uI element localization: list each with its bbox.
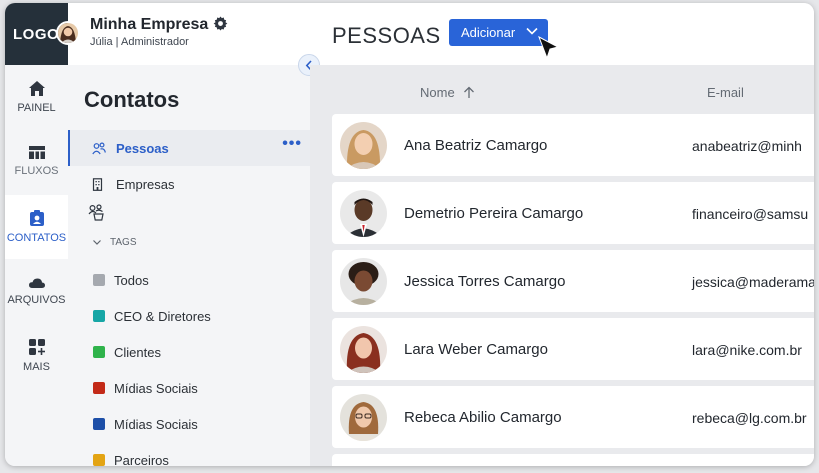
- tag-color-swatch: [93, 382, 105, 394]
- avatar: [340, 122, 387, 169]
- group-icon[interactable]: [88, 204, 106, 226]
- user-role: Júlia | Administrador: [90, 36, 189, 48]
- tags-section-toggle[interactable]: TAGS: [92, 237, 136, 248]
- contact-name: Demetrio Pereira Camargo: [404, 205, 584, 222]
- table-row[interactable]: Rebeca Abilio Camargo rebeca@lg.com.br: [332, 386, 814, 448]
- table-row[interactable]: Ana Beatriz Camargo anabeatriz@minh: [332, 114, 814, 176]
- chevron-down-icon: [526, 27, 538, 35]
- table-icon: [28, 146, 45, 159]
- tag-item-clientes[interactable]: Clientes: [68, 334, 310, 370]
- add-button-label: Adicionar: [461, 25, 516, 40]
- grid-plus-icon: [28, 338, 45, 355]
- page-title: PESSOAS: [332, 23, 441, 48]
- nav-label: MAIS: [23, 360, 50, 373]
- home-icon: [28, 81, 45, 96]
- tag-color-swatch: [93, 346, 105, 358]
- nav-item-mais[interactable]: MAIS: [5, 323, 68, 387]
- gear-icon: [213, 16, 228, 31]
- nav-item-arquivos[interactable]: ARQUIVOS: [5, 259, 68, 323]
- tag-item-todos[interactable]: Todos: [68, 262, 310, 298]
- top-header: Minha Empresa Júlia | Administrador PESS…: [56, 3, 814, 66]
- company-name: Minha Empresa: [90, 16, 209, 33]
- tag-label: Todos: [114, 272, 149, 288]
- nav-label: CONTATOS: [6, 232, 67, 244]
- table-row[interactable]: Demetrio Pereira Camargo financeiro@sams…: [332, 182, 814, 244]
- tag-label: Mídias Sociais: [114, 416, 198, 432]
- more-options-icon[interactable]: •••: [282, 136, 302, 152]
- contact-email: financeiro@samsu: [692, 206, 809, 222]
- nav-label: ARQUIVOS: [7, 293, 66, 306]
- tag-label: Parceiros: [114, 452, 169, 467]
- sort-ascending-icon: [463, 86, 474, 98]
- avatar: [340, 394, 387, 441]
- avatar: [340, 190, 387, 237]
- tag-color-swatch: [93, 454, 105, 466]
- sidebar-item-label: Pessoas: [116, 140, 169, 156]
- contact-name: Rebeca Abilio Camargo: [404, 409, 562, 426]
- contact-email: rebeca@lg.com.br: [692, 410, 807, 426]
- contact-name: Jessica Torres Camargo: [404, 273, 566, 290]
- table-row[interactable]: Lara Weber Camargo lara@nike.com.br: [332, 318, 814, 380]
- sidebar-item-empresas[interactable]: Empresas: [68, 166, 310, 202]
- contacts-sidebar: Contatos Pessoas ••• Empresas TAGS Todos: [68, 65, 310, 466]
- add-button[interactable]: Adicionar: [449, 19, 548, 46]
- tag-item-ceo-diretores[interactable]: CEO & Diretores: [68, 298, 310, 334]
- user-avatar[interactable]: [56, 21, 80, 45]
- column-header-name[interactable]: Nome: [420, 85, 475, 100]
- nav-item-painel[interactable]: PAINEL: [5, 65, 68, 129]
- tag-color-swatch: [93, 418, 105, 430]
- building-icon: [92, 177, 106, 191]
- nav-item-contatos[interactable]: CONTATOS: [5, 195, 68, 259]
- tag-color-swatch: [93, 310, 105, 322]
- nav-item-fluxos[interactable]: FLUXOS: [5, 129, 68, 193]
- column-label: E-mail: [707, 85, 744, 100]
- tag-item-parceiros[interactable]: Parceiros: [68, 442, 310, 466]
- contact-name: Lara Weber Camargo: [404, 341, 548, 358]
- tag-label: CEO & Diretores: [114, 308, 211, 324]
- sidebar-title: Contatos: [84, 87, 180, 112]
- app-window: LOGO PAINEL FLUXOS CONTATOS ARQUIVOS MAI…: [5, 3, 814, 466]
- contact-email: lara@nike.com.br: [692, 342, 802, 358]
- table-row[interactable]: [332, 454, 814, 466]
- contact-email: anabeatriz@minh: [692, 138, 802, 154]
- people-list: Nome E-mail Ana Beatriz Camargo anabeatr…: [310, 65, 814, 466]
- contact-name: Ana Beatriz Camargo: [404, 137, 548, 154]
- avatar: [340, 326, 387, 373]
- nav-label: PAINEL: [17, 102, 56, 114]
- contact-card-icon: [29, 210, 44, 226]
- sidebar-item-pessoas[interactable]: Pessoas •••: [68, 130, 310, 166]
- tag-label: Clientes: [114, 344, 161, 360]
- tag-item-midias-sociais-2[interactable]: Mídias Sociais: [68, 406, 310, 442]
- tag-item-midias-sociais[interactable]: Mídias Sociais: [68, 370, 310, 406]
- mouse-pointer-icon: [538, 36, 560, 60]
- table-row[interactable]: Jessica Torres Camargo jessica@maderama: [332, 250, 814, 312]
- main-nav-rail: PAINEL FLUXOS CONTATOS ARQUIVOS MAIS: [5, 65, 69, 466]
- people-icon: [92, 142, 106, 155]
- sidebar-item-label: Empresas: [116, 176, 175, 192]
- chevron-down-icon: [93, 240, 101, 245]
- column-label: Nome: [420, 85, 455, 100]
- settings-button[interactable]: [213, 16, 228, 36]
- avatar: [340, 258, 387, 305]
- nav-label: FLUXOS: [14, 165, 59, 177]
- tag-label: Mídias Sociais: [114, 380, 198, 396]
- contact-email: jessica@maderama: [692, 274, 814, 290]
- tags-heading: TAGS: [110, 237, 137, 248]
- cloud-icon: [28, 278, 45, 288]
- column-header-email[interactable]: E-mail: [707, 85, 744, 100]
- tag-color-swatch: [93, 274, 105, 286]
